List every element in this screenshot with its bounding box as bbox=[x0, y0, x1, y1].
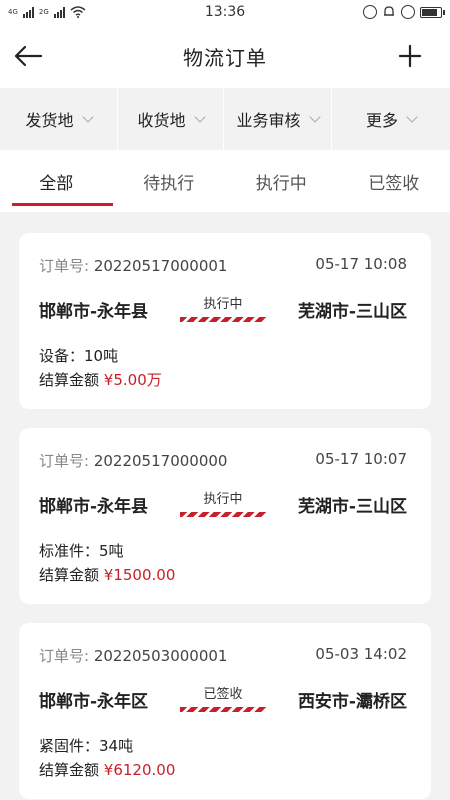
lock-rotation-icon bbox=[363, 5, 377, 19]
order-card[interactable]: 订单号: 20220517000000 05-17 10:07 邯郸市-永年县 执… bbox=[19, 428, 431, 604]
amount-value: ¥1500.00 bbox=[103, 566, 176, 584]
goods-info: 紧固件：34吨 bbox=[39, 737, 134, 755]
signal-2g-icon bbox=[53, 6, 65, 18]
page-title: 物流订单 bbox=[183, 45, 267, 70]
status-stripe bbox=[180, 512, 266, 517]
filter-label: 更多 bbox=[365, 111, 398, 130]
chevron-down-icon bbox=[406, 111, 418, 123]
destination-city: 西安市-灞桥区 bbox=[297, 692, 407, 712]
status-stripe bbox=[180, 317, 266, 322]
chevron-down-icon bbox=[193, 111, 206, 123]
order-card[interactable]: 订单号: 20220503000001 05-03 14:02 邯郸市-永年区 已… bbox=[19, 623, 431, 799]
order-time: 05-17 10:08 bbox=[315, 255, 407, 273]
nav-bar: 物流订单 bbox=[0, 24, 450, 88]
goods-info: 标准件：5吨 bbox=[39, 542, 124, 560]
filter-label: 发货地 bbox=[25, 111, 74, 130]
signal-4g-icon bbox=[22, 6, 34, 18]
origin-city: 邯郸市-永年区 bbox=[39, 692, 149, 712]
origin-city: 邯郸市-永年县 bbox=[39, 302, 149, 322]
status-tabs: 全部 待执行 执行中 已签收 bbox=[0, 150, 450, 212]
status-text: 执行中 bbox=[203, 492, 243, 507]
tab-pending[interactable]: 待执行 bbox=[113, 150, 226, 212]
battery-icon bbox=[420, 6, 445, 18]
tab-signed[interactable]: 已签收 bbox=[338, 150, 450, 212]
add-order-button[interactable] bbox=[392, 38, 428, 74]
tab-all[interactable]: 全部 bbox=[0, 150, 113, 212]
goods-info: 设备：10吨 bbox=[39, 347, 119, 365]
destination-city: 芜湖市-三山区 bbox=[297, 497, 407, 517]
filter-bar: 发货地 收货地 业务审核 更多 bbox=[0, 88, 450, 150]
chevron-down-icon bbox=[308, 111, 321, 123]
status-badge: 已签收 bbox=[180, 683, 266, 712]
order-time: 05-17 10:07 bbox=[315, 450, 407, 468]
filter-label: 收货地 bbox=[137, 111, 186, 130]
amount-value: ¥5.00万 bbox=[103, 371, 162, 389]
status-badge: 执行中 bbox=[180, 488, 266, 517]
status-bar: 4G 2G 13:36 bbox=[0, 0, 450, 24]
order-number: 20220517000001 bbox=[93, 257, 228, 275]
status-text: 已签收 bbox=[203, 687, 243, 702]
back-button[interactable] bbox=[10, 38, 46, 74]
chevron-down-icon bbox=[81, 111, 94, 123]
filter-ship-from[interactable]: 发货地 bbox=[0, 88, 118, 150]
alarm-clock-icon bbox=[401, 5, 415, 19]
arrow-left-icon bbox=[14, 45, 43, 67]
battery-fill bbox=[422, 8, 437, 16]
filter-more[interactable]: 更多 bbox=[332, 88, 450, 150]
filter-ship-to[interactable]: 收货地 bbox=[118, 88, 224, 150]
filter-business-review[interactable]: 业务审核 bbox=[224, 88, 332, 150]
amount-label: 结算金额 bbox=[39, 566, 100, 584]
order-number: 20220517000000 bbox=[93, 452, 228, 470]
wifi-icon bbox=[70, 6, 86, 18]
order-number-label: 订单号: bbox=[39, 452, 90, 470]
status-stripe bbox=[180, 707, 266, 712]
amount-label: 结算金额 bbox=[39, 761, 100, 779]
order-time: 05-03 14:02 bbox=[315, 645, 407, 663]
status-text: 执行中 bbox=[203, 297, 243, 312]
tab-label: 全部 bbox=[39, 173, 74, 194]
signal-4g-label: 4G bbox=[8, 7, 18, 16]
order-number-label: 订单号: bbox=[39, 257, 90, 275]
tab-label: 待执行 bbox=[143, 173, 195, 194]
tab-in-progress[interactable]: 执行中 bbox=[225, 150, 338, 212]
order-number-label: 订单号: bbox=[39, 647, 90, 665]
order-card[interactable]: 订单号: 20220517000001 05-17 10:08 邯郸市-永年县 执… bbox=[19, 233, 431, 409]
order-number: 20220503000001 bbox=[93, 647, 228, 665]
tab-label: 执行中 bbox=[255, 173, 307, 194]
amount-value: ¥6120.00 bbox=[103, 761, 176, 779]
destination-city: 芜湖市-三山区 bbox=[297, 302, 407, 322]
status-badge: 执行中 bbox=[180, 293, 266, 322]
filter-label: 业务审核 bbox=[236, 111, 301, 130]
tab-label: 已签收 bbox=[368, 173, 420, 194]
origin-city: 邯郸市-永年县 bbox=[39, 497, 149, 517]
amount-label: 结算金额 bbox=[39, 371, 100, 389]
alarm-icon bbox=[384, 6, 394, 16]
signal-2g-label: 2G bbox=[38, 7, 49, 16]
plus-icon bbox=[398, 44, 422, 68]
